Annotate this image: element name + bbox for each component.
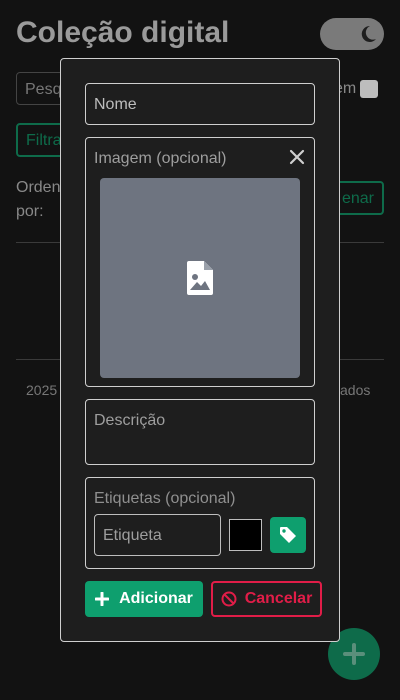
tag-placeholder: Etiqueta (103, 527, 162, 544)
order-label: Orden por: (16, 176, 60, 224)
footer-year: 2025 (26, 382, 58, 398)
add-item-dialog: Nome Imagem (opcional) Descrição Etiquet… (60, 58, 340, 642)
image-upload-preview[interactable] (100, 178, 300, 378)
order-label-line2: por: (16, 203, 44, 220)
image-section: Imagem (opcional) (85, 137, 315, 387)
tag-icon (280, 527, 296, 543)
file-image-icon (187, 261, 213, 295)
tags-label: Etiquetas (opcional) (94, 490, 236, 507)
description-field[interactable]: Descrição (85, 399, 315, 465)
search-option-checkbox[interactable] (360, 80, 378, 98)
order-label-line1: Orden (16, 179, 61, 196)
ban-icon (221, 591, 237, 607)
tag-color-picker[interactable] (229, 519, 262, 551)
cancel-button-label: Cancelar (244, 590, 313, 607)
add-tag-button[interactable] (270, 517, 306, 553)
close-icon[interactable] (288, 148, 306, 166)
cancel-button[interactable]: Cancelar (211, 581, 322, 617)
tags-section: Etiquetas (opcional) Etiqueta (85, 477, 315, 569)
moon-icon (358, 24, 378, 44)
description-placeholder: Descrição (94, 412, 166, 429)
plus-icon (95, 592, 110, 606)
name-field[interactable]: Nome (85, 83, 315, 125)
tag-input[interactable]: Etiqueta (94, 514, 221, 556)
add-button[interactable]: Adicionar (85, 581, 203, 617)
page-title: Coleção digital (16, 16, 230, 49)
theme-toggle[interactable] (320, 18, 384, 50)
name-placeholder: Nome (94, 96, 137, 113)
image-label: Imagem (opcional) (94, 150, 227, 167)
add-button-label: Adicionar (119, 590, 193, 607)
plus-icon (343, 643, 365, 665)
